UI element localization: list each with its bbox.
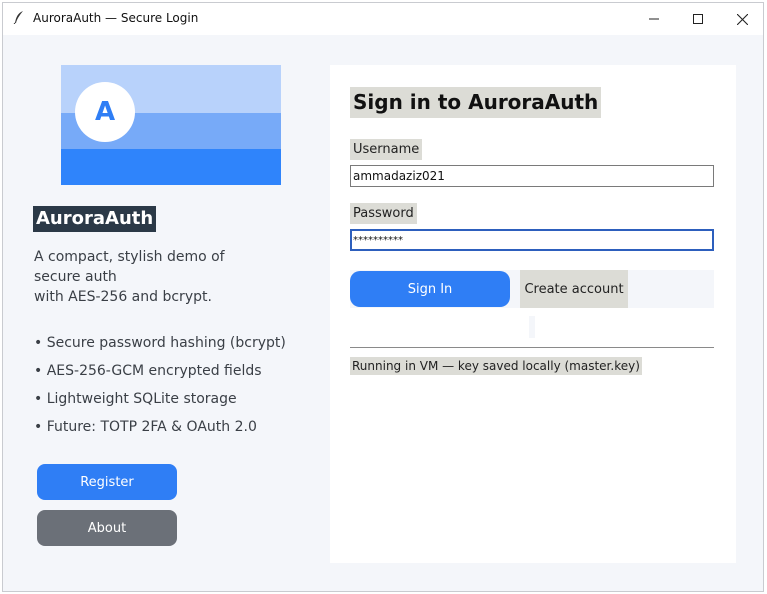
list-item: • Future: TOTP 2FA & OAuth 2.0: [34, 419, 257, 435]
feature-list: • Secure password hashing (bcrypt) • AES…: [34, 333, 286, 445]
sign-in-button[interactable]: Sign In: [350, 271, 510, 307]
about-button[interactable]: About: [37, 510, 177, 546]
register-button[interactable]: Register: [37, 464, 177, 500]
list-item: • Secure password hashing (bcrypt): [34, 335, 286, 351]
avatar: A: [75, 82, 135, 142]
list-item: • AES-256-GCM encrypted fields: [34, 363, 262, 379]
feather-icon: [13, 10, 25, 28]
password-input[interactable]: [350, 229, 714, 251]
app-window: AuroraAuth — Secure Login A AuroraAuth A…: [2, 2, 764, 592]
status-text: Running in VM — key saved locally (maste…: [350, 357, 642, 375]
hero-banner: A: [61, 65, 281, 185]
hero-band-dark: [61, 149, 281, 185]
password-label: Password: [350, 203, 417, 224]
window-title: AuroraAuth — Secure Login: [33, 11, 199, 25]
close-icon: [736, 13, 748, 25]
brand-name: AuroraAuth: [33, 206, 157, 232]
divider: [350, 347, 714, 348]
login-card: Sign in to AuroraAuth Username Password …: [330, 65, 736, 563]
username-input[interactable]: [350, 165, 714, 187]
close-button[interactable]: [719, 3, 763, 35]
list-item: • Lightweight SQLite storage: [34, 391, 237, 407]
minimize-button[interactable]: [631, 3, 677, 35]
username-label: Username: [350, 139, 423, 160]
minimize-icon: [649, 18, 659, 20]
title-bar[interactable]: AuroraAuth — Secure Login: [3, 3, 763, 35]
form-title: Sign in to AuroraAuth: [350, 87, 602, 118]
app-description: A compact, stylish demo of secure auth w…: [34, 249, 225, 305]
maximize-icon: [693, 14, 703, 24]
maximize-button[interactable]: [675, 3, 721, 35]
create-account-button[interactable]: Create account: [520, 270, 628, 308]
button-row: Sign In Create account: [350, 270, 714, 308]
message-placeholder: [529, 316, 535, 338]
